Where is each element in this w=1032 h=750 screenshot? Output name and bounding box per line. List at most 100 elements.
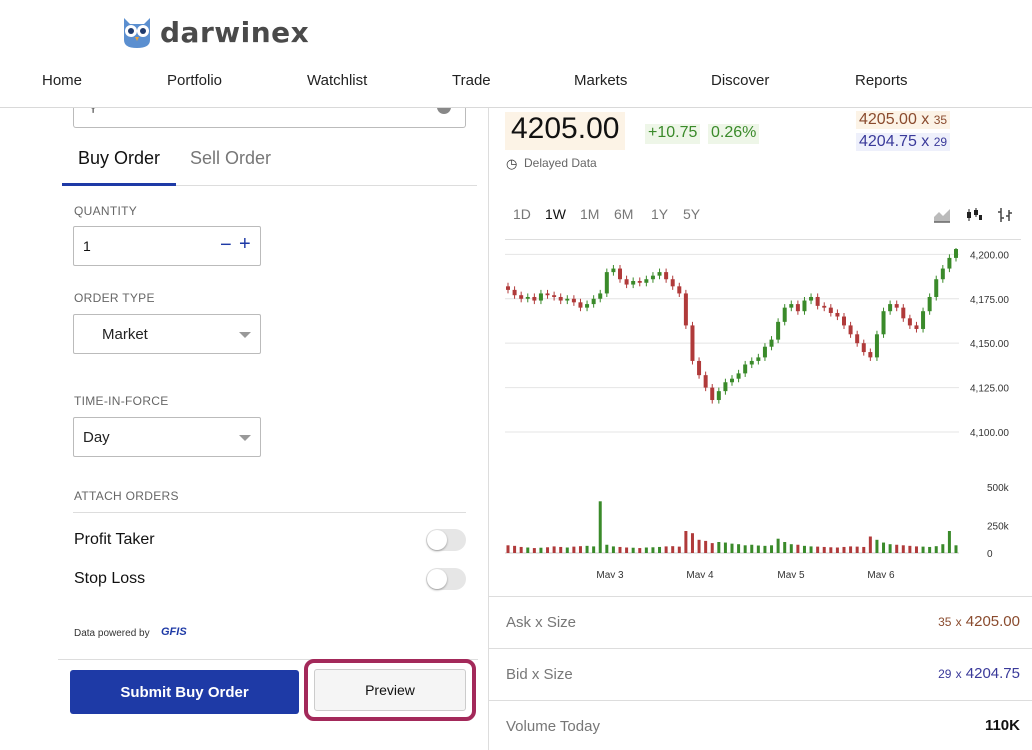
nav-watchlist[interactable]: Watchlist <box>307 72 367 89</box>
volume-bar <box>644 547 648 553</box>
candle-body <box>809 296 814 301</box>
range-1d[interactable]: 1D <box>513 206 531 222</box>
brand-logo[interactable]: darwinex <box>120 10 309 54</box>
volume-bar <box>631 547 635 553</box>
volume-bar <box>572 546 576 553</box>
divider <box>73 512 466 513</box>
ask-size-price: 4205.00 <box>965 613 1020 630</box>
nav-markets[interactable]: Markets <box>574 72 627 89</box>
candle-body <box>954 249 958 258</box>
ask-size-row: Ask x Size 35 x 4205.00 <box>489 596 1032 648</box>
candle-body <box>545 293 550 296</box>
candle-body <box>822 305 827 308</box>
volume-bar <box>895 544 899 553</box>
candlestick-icon[interactable] <box>965 206 983 224</box>
quantity-value[interactable]: 1 <box>83 238 91 254</box>
volume-today-label: Volume Today <box>506 718 600 735</box>
range-1w[interactable]: 1W <box>545 206 566 222</box>
tif-value: Day <box>83 429 110 446</box>
ohlc-icon[interactable] <box>996 206 1014 224</box>
quantity-stepper[interactable]: 1 − + <box>73 226 261 266</box>
ask-size-x: x <box>955 615 962 629</box>
candle-body <box>743 364 748 374</box>
main-nav: Home Portfolio Watchlist Trade Markets D… <box>0 72 1032 94</box>
volume-bar <box>849 546 853 553</box>
tab-buy-order[interactable]: Buy Order <box>62 146 177 186</box>
nav-reports[interactable]: Reports <box>855 72 908 89</box>
candle-body <box>901 307 906 319</box>
volume-bar <box>763 545 767 553</box>
volume-bar <box>605 544 609 553</box>
nav-portfolio[interactable]: Portfolio <box>167 72 222 89</box>
range-5y[interactable]: 5Y <box>683 206 700 222</box>
range-1y[interactable]: 1Y <box>651 206 668 222</box>
candle-body <box>861 343 866 353</box>
candle-body <box>868 352 873 358</box>
candle-body <box>703 375 708 388</box>
candle-body <box>618 268 622 280</box>
submit-buy-order-button[interactable]: Submit Buy Order <box>70 670 299 714</box>
volume-bar <box>776 538 780 553</box>
price-change: +10.75 <box>645 124 701 144</box>
candle-body <box>828 307 833 313</box>
tab-sell-order[interactable]: Sell Order <box>174 146 287 186</box>
x-tick-label: May 5 <box>777 570 805 578</box>
volume-bar <box>954 545 958 553</box>
volume-bar <box>677 546 681 553</box>
candle-body <box>525 296 530 299</box>
volume-today-value: 110K <box>984 717 1020 734</box>
nav-discover[interactable]: Discover <box>711 72 769 89</box>
increase-quantity-button[interactable]: + <box>239 233 251 256</box>
candle-body <box>538 293 543 301</box>
area-chart-icon[interactable] <box>933 206 951 224</box>
stop-loss-label: Stop Loss <box>74 570 146 587</box>
volume-bar <box>947 531 951 553</box>
bid-size-count: 29 <box>938 667 952 681</box>
volume-bar <box>519 546 523 553</box>
volume-bar <box>928 546 932 553</box>
ask-size-value: 35 x 4205.00 <box>938 613 1020 630</box>
volume-bar <box>882 542 886 553</box>
data-powered-by: Data powered by <box>74 628 150 639</box>
profit-taker-toggle[interactable] <box>426 529 466 551</box>
volume-bar <box>618 546 622 553</box>
volume-bar <box>875 539 879 553</box>
order-type-label: ORDER TYPE <box>74 291 155 305</box>
candle-body <box>598 293 603 299</box>
volume-bar <box>835 547 839 553</box>
order-tabs: Buy Order Sell Order <box>62 146 477 186</box>
candle-body <box>947 257 952 269</box>
preview-highlight: Preview <box>304 659 476 721</box>
time-in-force-select[interactable]: Day <box>73 417 261 457</box>
candle-body <box>855 334 860 344</box>
volume-bar <box>611 546 615 553</box>
volume-bar <box>809 546 813 553</box>
candle-body <box>716 391 721 401</box>
nav-home[interactable]: Home <box>42 72 82 89</box>
order-type-select[interactable]: Market <box>73 314 261 354</box>
toggle-knob <box>427 530 447 550</box>
candle-body <box>762 346 767 358</box>
candle-body <box>894 304 899 308</box>
nav-trade[interactable]: Trade <box>452 72 491 89</box>
price-chart[interactable]: 4,200.00 4,175.00 4,150.00 4,125.00 4,100.00… <box>489 248 1032 578</box>
chevron-down-icon <box>239 332 251 338</box>
candle-body <box>934 279 939 297</box>
volume-bar <box>625 547 629 553</box>
volume-bar <box>842 546 846 553</box>
volume-bar <box>539 547 543 553</box>
y-tick-label: 4,125.00 <box>970 384 1009 395</box>
range-1m[interactable]: 1M <box>580 206 599 222</box>
toggle-knob <box>427 569 447 589</box>
decrease-quantity-button[interactable]: − <box>220 234 232 257</box>
volume-bar <box>862 546 866 553</box>
candle-body <box>795 304 800 312</box>
stop-loss-toggle[interactable] <box>426 568 466 590</box>
quote-panel: 4205.00 +10.75 0.26% ◷ Delayed Data 4205… <box>489 108 1032 750</box>
volume-bar <box>789 544 793 553</box>
gfis-logo: GFIS <box>161 626 187 638</box>
last-price: 4205.00 <box>505 112 626 150</box>
range-6m[interactable]: 6M <box>614 206 633 222</box>
preview-button[interactable]: Preview <box>314 669 466 711</box>
y-tick-label: 4,100.00 <box>970 428 1009 439</box>
